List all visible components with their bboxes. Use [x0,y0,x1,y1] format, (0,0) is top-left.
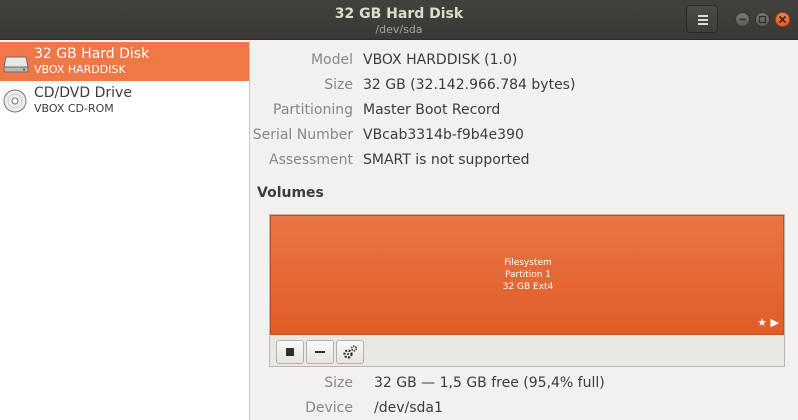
size-value: 32 GB (32.142.966.784 bytes) [363,77,576,93]
unmount-button[interactable] [276,340,304,364]
partition-status-icons: ★ ▶ [757,316,779,329]
serial-number-label: Serial Number [252,127,353,143]
minus-icon [315,351,325,353]
size-label: Size [324,77,353,93]
partition-type: Filesystem [504,258,552,268]
serial-number-value: VBcab3314b-f9b4e390 [363,127,524,143]
partitioning-label: Partitioning [273,102,353,118]
volume-size-label: Size [324,375,353,391]
volume-device-label: Device [305,400,353,416]
volume-size-value: 32 GB — 1,5 GB free (95,4% full) [374,375,605,391]
window-title: 32 GB Hard Disk [334,6,464,22]
minimize-icon [739,18,746,21]
volume-device-value: /dev/sda1 [374,400,443,416]
sidebar-separator [249,41,250,420]
menu-button[interactable] [686,5,718,33]
header-bar: 32 GB Hard Disk /dev/sda [0,0,798,40]
close-icon [778,15,787,24]
assessment-value: SMART is not supported [363,152,530,168]
model-label: Model [310,52,353,68]
stop-icon [286,348,294,356]
star-icon: ★ [757,316,768,329]
partitioning-value: Master Boot Record [363,102,501,118]
close-button[interactable] [775,12,790,27]
gears-icon [343,345,358,359]
maximize-button[interactable] [755,12,770,27]
play-icon: ▶ [770,316,779,329]
partition-name: Partition 1 [504,270,552,280]
device-list: 32 GB Hard Disk VBOX HARDDISK CD/DVD Dri… [0,41,249,420]
model-value: VBOX HARDDISK (1.0) [363,52,518,68]
maximize-icon [758,15,767,24]
hamburger-icon [698,15,708,25]
volumes-heading: Volumes [257,185,324,201]
partition-size: 32 GB Ext4 [502,282,554,292]
partition-label: Filesystem Partition 1 32 GB Ext4 [271,257,785,293]
delete-partition-button[interactable] [306,340,334,364]
partition-options-button[interactable] [336,340,364,364]
assessment-label: Assessment [269,152,353,168]
minimize-button[interactable] [735,12,750,27]
volume-map: Filesystem Partition 1 32 GB Ext4 ★ ▶ [269,214,785,367]
window-subtitle: /dev/sda [375,23,423,36]
partition-block[interactable]: Filesystem Partition 1 32 GB Ext4 ★ ▶ [270,215,784,335]
volume-toolbar [270,335,784,366]
